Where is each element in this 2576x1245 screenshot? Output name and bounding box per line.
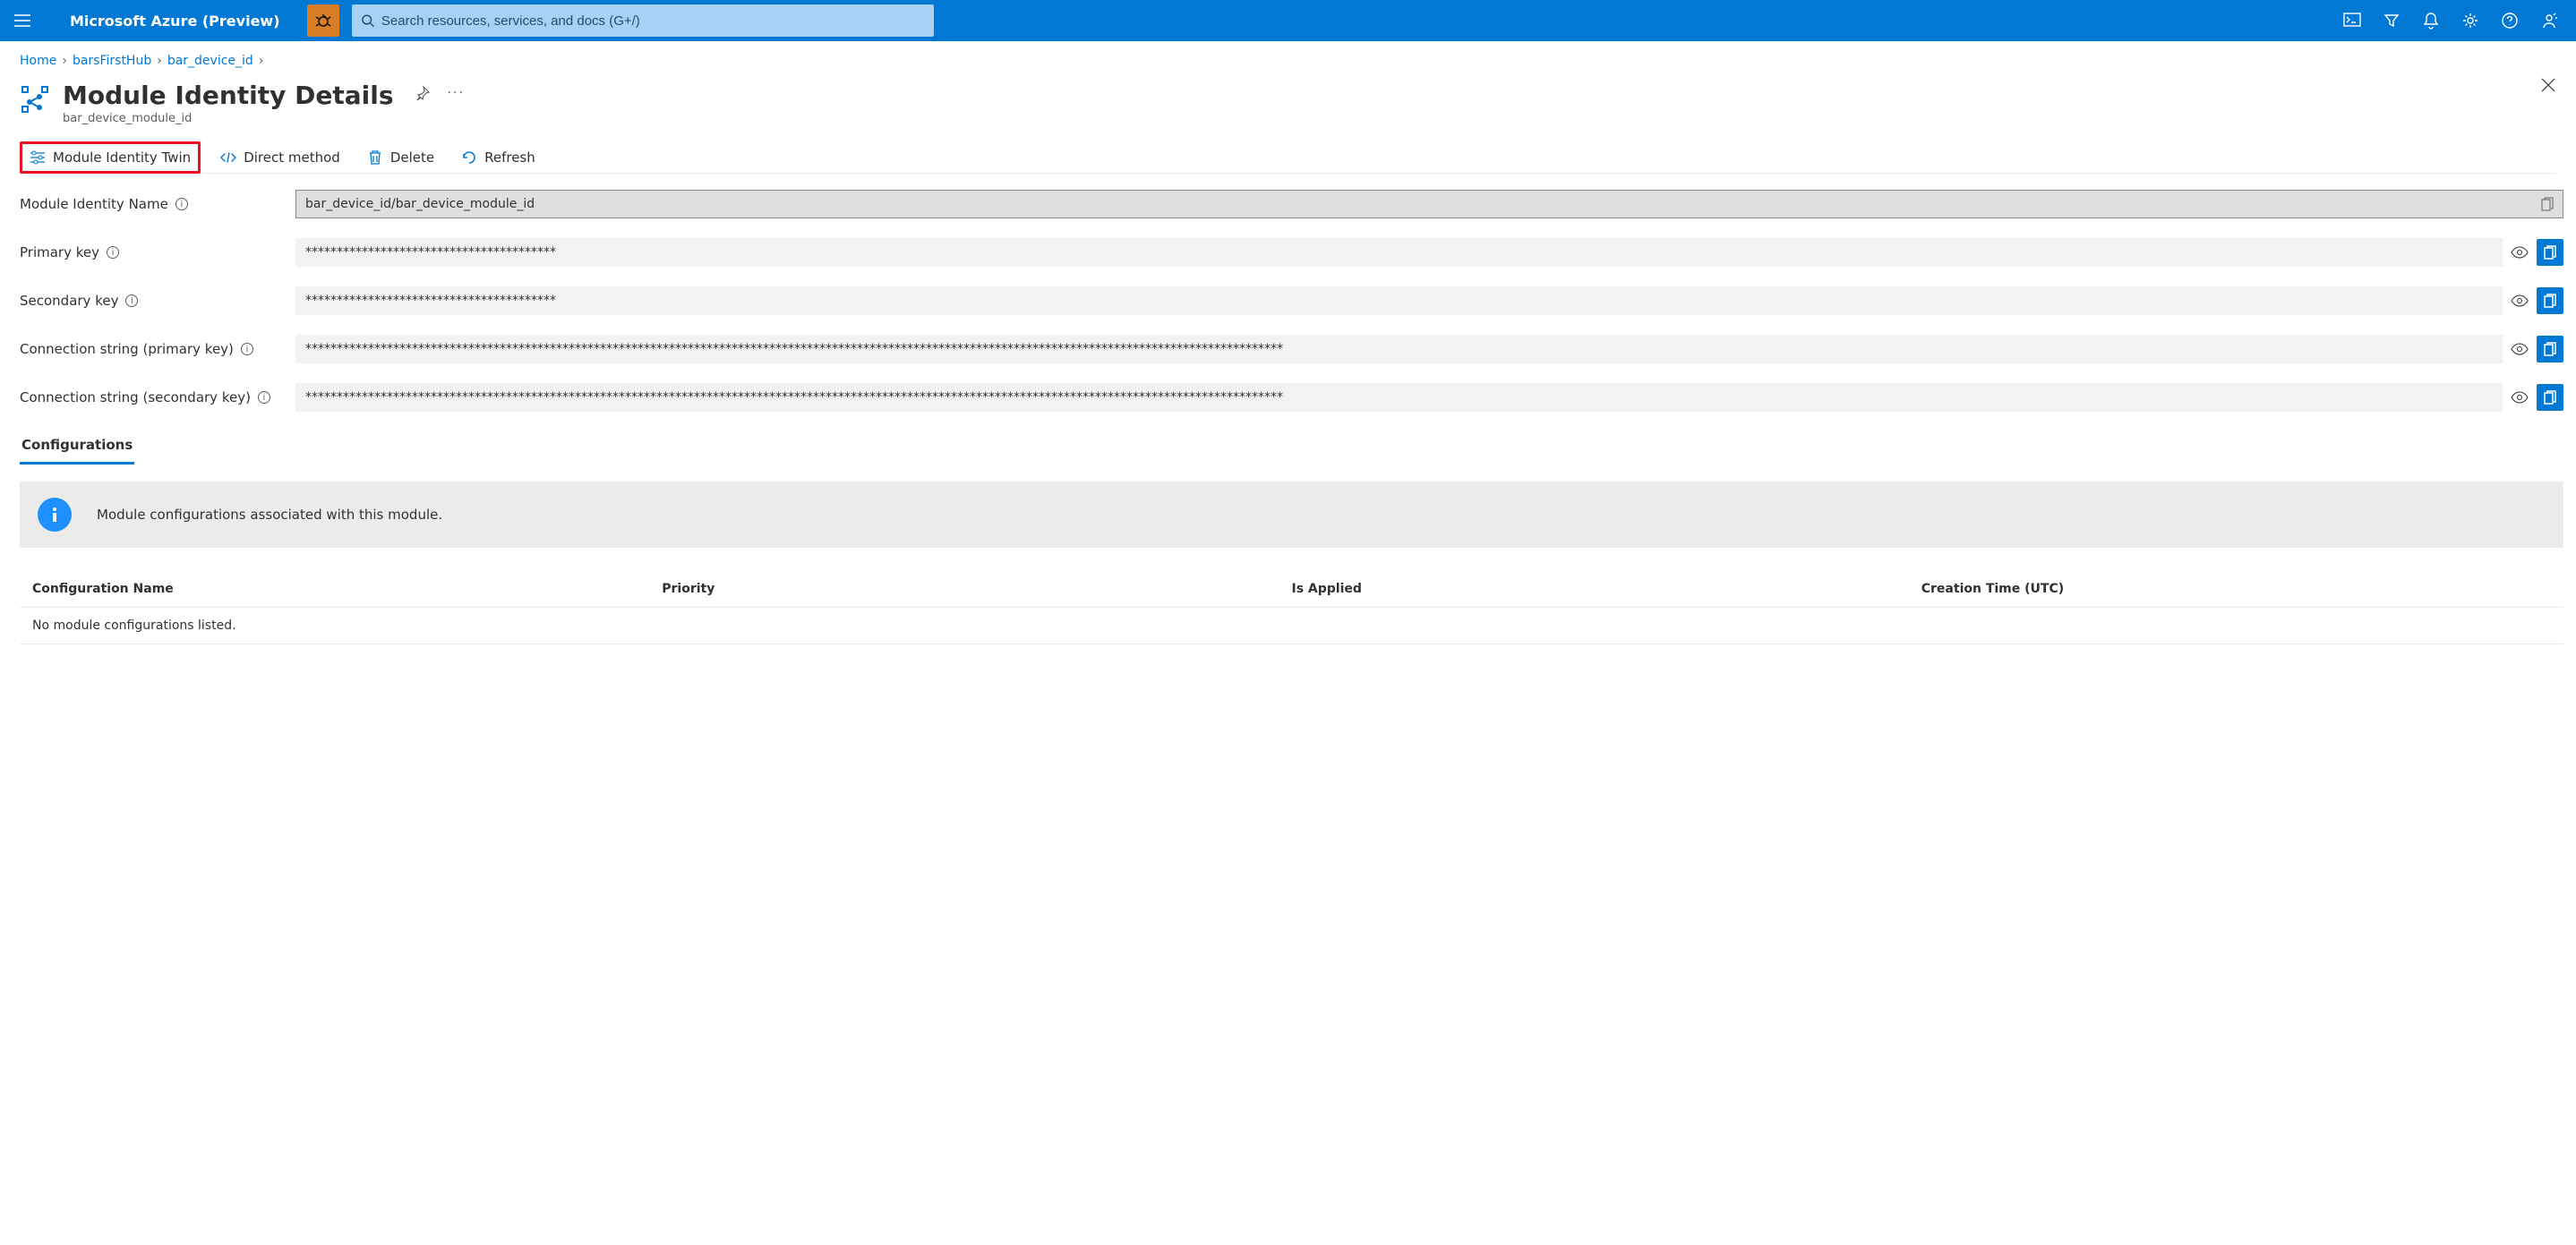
- col-priority[interactable]: Priority: [662, 582, 1291, 596]
- twin-label: Module Identity Twin: [53, 149, 191, 166]
- copy-button[interactable]: [2537, 384, 2563, 411]
- close-icon[interactable]: [2540, 77, 2556, 93]
- col-config-name[interactable]: Configuration Name: [32, 582, 662, 596]
- secondary-key-value-box: ****************************************: [295, 286, 2503, 315]
- field-module-name: Module Identity Name i bar_device_id/bar…: [20, 190, 2563, 218]
- info-bubble-icon: [38, 498, 72, 532]
- conn-primary-value: ****************************************…: [305, 342, 1283, 356]
- direct-label: Direct method: [244, 149, 340, 166]
- module-name-value: bar_device_id/bar_device_module_id: [305, 197, 535, 211]
- table-row-empty: No module configurations listed.: [20, 608, 2563, 644]
- module-icon: [20, 84, 50, 115]
- brand-label[interactable]: Microsoft Azure (Preview): [70, 13, 280, 30]
- primary-key-label: Primary key: [20, 244, 99, 260]
- chevron-right-icon: ›: [259, 54, 264, 68]
- chevron-right-icon: ›: [62, 54, 67, 68]
- info-icon[interactable]: i: [258, 391, 270, 404]
- table-header: Configuration Name Priority Is Applied C…: [20, 571, 2563, 608]
- feedback-icon[interactable]: [2540, 12, 2558, 30]
- info-banner-message: Module configurations associated with th…: [97, 507, 442, 523]
- field-conn-secondary: Connection string (secondary key) i ****…: [20, 383, 2563, 412]
- info-icon[interactable]: i: [107, 246, 119, 259]
- col-is-applied[interactable]: Is Applied: [1292, 582, 1921, 596]
- pin-icon[interactable]: [415, 86, 432, 102]
- cloud-shell-icon[interactable]: [2343, 12, 2361, 30]
- copy-button[interactable]: [2537, 287, 2563, 314]
- top-icons: [2343, 12, 2567, 30]
- page-title: Module Identity Details: [63, 81, 394, 110]
- code-icon: [220, 149, 236, 166]
- refresh-label: Refresh: [484, 149, 535, 166]
- module-identity-twin-button[interactable]: Module Identity Twin: [20, 141, 201, 174]
- eye-icon[interactable]: [2510, 243, 2529, 262]
- configurations-table: Configuration Name Priority Is Applied C…: [20, 571, 2563, 644]
- breadcrumb: Home › barsFirstHub › bar_device_id ›: [0, 41, 2576, 73]
- tabs: Configurations: [20, 431, 2563, 465]
- field-secondary-key: Secondary key i ************************…: [20, 286, 2563, 315]
- content-scroll[interactable]: Module Identity Name i bar_device_id/bar…: [0, 174, 2563, 1240]
- info-icon[interactable]: i: [125, 294, 138, 307]
- hamburger-menu[interactable]: [9, 7, 36, 34]
- search-icon: [361, 13, 374, 28]
- delete-button[interactable]: Delete: [360, 142, 441, 173]
- eye-icon[interactable]: [2510, 388, 2529, 407]
- refresh-icon: [461, 149, 477, 166]
- conn-secondary-value: ****************************************…: [305, 390, 1283, 405]
- chevron-right-icon: ›: [157, 54, 162, 68]
- delete-label: Delete: [390, 149, 434, 166]
- trash-icon: [367, 149, 383, 166]
- info-banner: Module configurations associated with th…: [20, 482, 2563, 548]
- conn-secondary-label: Connection string (secondary key): [20, 389, 251, 405]
- toolbar: Module Identity Twin Direct method Delet…: [20, 141, 2556, 174]
- eye-icon[interactable]: [2510, 291, 2529, 311]
- breadcrumb-device[interactable]: bar_device_id: [167, 54, 253, 68]
- bug-icon[interactable]: [307, 4, 339, 37]
- col-creation-time[interactable]: Creation Time (UTC): [1921, 582, 2551, 596]
- title-row: Module Identity Details bar_device_modul…: [0, 73, 2576, 127]
- filter-icon[interactable]: [2383, 12, 2401, 30]
- field-primary-key: Primary key i **************************…: [20, 238, 2563, 267]
- copy-button[interactable]: [2537, 336, 2563, 362]
- breadcrumb-hub[interactable]: barsFirstHub: [73, 54, 151, 68]
- topbar: Microsoft Azure (Preview): [0, 0, 2576, 41]
- conn-secondary-value-box: ****************************************…: [295, 383, 2503, 412]
- breadcrumb-home[interactable]: Home: [20, 54, 56, 68]
- search-box[interactable]: [352, 4, 934, 37]
- search-input[interactable]: [381, 13, 925, 29]
- eye-icon[interactable]: [2510, 339, 2529, 359]
- conn-primary-value-box: ****************************************…: [295, 335, 2503, 363]
- primary-key-value: ****************************************: [305, 245, 556, 260]
- empty-message: No module configurations listed.: [32, 618, 2551, 633]
- secondary-key-label: Secondary key: [20, 293, 118, 309]
- conn-primary-label: Connection string (primary key): [20, 341, 234, 357]
- module-name-value-box: bar_device_id/bar_device_module_id: [295, 190, 2563, 218]
- copy-button[interactable]: [2537, 239, 2563, 266]
- info-icon[interactable]: i: [175, 198, 188, 210]
- help-icon[interactable]: [2501, 12, 2519, 30]
- tab-configurations[interactable]: Configurations: [20, 431, 134, 465]
- direct-method-button[interactable]: Direct method: [213, 142, 347, 173]
- copy-icon[interactable]: [2541, 197, 2554, 211]
- secondary-key-value: ****************************************: [305, 294, 556, 308]
- refresh-button[interactable]: Refresh: [454, 142, 543, 173]
- gear-icon[interactable]: [2461, 12, 2479, 30]
- more-icon[interactable]: ···: [448, 86, 464, 102]
- module-name-label: Module Identity Name: [20, 196, 168, 212]
- page-subtitle: bar_device_module_id: [63, 112, 394, 125]
- primary-key-value-box: ****************************************: [295, 238, 2503, 267]
- field-conn-primary: Connection string (primary key) i ******…: [20, 335, 2563, 363]
- info-icon[interactable]: i: [241, 343, 253, 355]
- bell-icon[interactable]: [2422, 12, 2440, 30]
- sliders-icon: [30, 149, 46, 166]
